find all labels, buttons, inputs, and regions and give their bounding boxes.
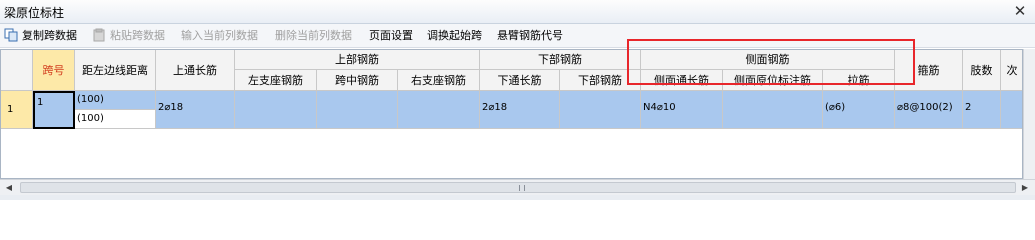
copy-icon: [4, 28, 18, 42]
window-title: 梁原位标柱: [4, 6, 65, 20]
next-cell[interactable]: [1001, 91, 1022, 129]
bottom-rebar-cell[interactable]: [560, 91, 641, 129]
side-in-situ-rebar-cell[interactable]: [723, 91, 823, 129]
header-right-support-rebar[interactable]: 右支座钢筋: [398, 70, 480, 91]
header-top-through-rebar[interactable]: 上通长筋: [156, 50, 235, 91]
title-bar: 梁原位标柱 ✕: [0, 0, 1035, 24]
adjust-start-span-button[interactable]: 调换起始跨: [427, 27, 482, 45]
header-stirrup[interactable]: 箍筋: [895, 50, 963, 91]
copy-span-data-button[interactable]: 复制跨数据: [22, 27, 77, 45]
header-bottom-rebar[interactable]: 下部钢筋: [560, 70, 641, 91]
vertical-scrollbar[interactable]: [1023, 49, 1035, 179]
header-span-no[interactable]: 跨号: [33, 50, 75, 91]
dist-left-edge-cell-2[interactable]: (100): [75, 110, 156, 129]
side-through-rebar-cell[interactable]: N4⌀10: [641, 91, 723, 129]
legs-cell[interactable]: 2: [963, 91, 1001, 129]
bottom-through-rebar-cell[interactable]: 2⌀18: [480, 91, 560, 129]
mid-span-rebar-cell[interactable]: [317, 91, 398, 129]
span-no-cell[interactable]: 1: [33, 91, 75, 129]
delete-current-column-button[interactable]: 删除当前列数据: [275, 27, 352, 45]
scroll-left-icon[interactable]: ◀: [3, 182, 15, 194]
page-settings-button[interactable]: 页面设置: [369, 27, 413, 45]
input-current-column-button[interactable]: 输入当前列数据: [181, 27, 258, 45]
window-bottom-edge: [0, 195, 1035, 200]
header-side-through-rebar[interactable]: 侧面通长筋: [641, 70, 723, 91]
header-left-support-rebar[interactable]: 左支座钢筋: [235, 70, 317, 91]
paste-icon: [93, 28, 105, 42]
top-through-rebar-cell[interactable]: 2⌀18: [156, 91, 235, 129]
rebar-table: 跨号 距左边线距离 上通长筋 上部钢筋 左支座钢筋 跨中钢筋 右支座钢筋 下部钢…: [0, 49, 1023, 179]
header-next[interactable]: 次: [1001, 50, 1022, 91]
header-side-rebar-group: 侧面钢筋: [641, 50, 895, 70]
cantilever-rebar-code-button[interactable]: 悬臂钢筋代号: [497, 27, 563, 45]
header-bottom-through-rebar[interactable]: 下通长筋: [480, 70, 560, 91]
header-tie-bar[interactable]: 拉筋: [823, 70, 895, 91]
header-legs[interactable]: 肢数: [963, 50, 1001, 91]
header-side-in-situ-rebar[interactable]: 侧面原位标注筋: [723, 70, 823, 91]
stirrup-cell[interactable]: ⌀8@100(2): [895, 91, 963, 129]
tie-bar-cell[interactable]: (⌀6): [823, 91, 895, 129]
scrollbar-thumb[interactable]: [20, 182, 1016, 193]
paste-span-data-button[interactable]: 粘贴跨数据: [110, 27, 165, 45]
close-icon[interactable]: ✕: [1011, 2, 1029, 20]
scroll-right-icon[interactable]: ▶: [1019, 182, 1031, 194]
left-support-rebar-cell[interactable]: [235, 91, 317, 129]
header-corner: [1, 50, 33, 91]
grip-icon: [519, 185, 525, 191]
right-support-rebar-cell[interactable]: [398, 91, 480, 129]
header-mid-span-rebar[interactable]: 跨中钢筋: [317, 70, 398, 91]
horizontal-scrollbar[interactable]: ◀ ▶: [0, 179, 1035, 195]
toolbar: 复制跨数据 粘贴跨数据 输入当前列数据 删除当前列数据 页面设置 调换起始跨 悬…: [0, 24, 1035, 48]
header-top-rebar-group: 上部钢筋: [235, 50, 480, 70]
dist-left-edge-cell-1[interactable]: (100): [75, 91, 156, 110]
header-bottom-rebar-group: 下部钢筋: [480, 50, 641, 70]
row-number[interactable]: 1: [1, 91, 33, 129]
header-dist-left-edge[interactable]: 距左边线距离: [75, 50, 156, 91]
